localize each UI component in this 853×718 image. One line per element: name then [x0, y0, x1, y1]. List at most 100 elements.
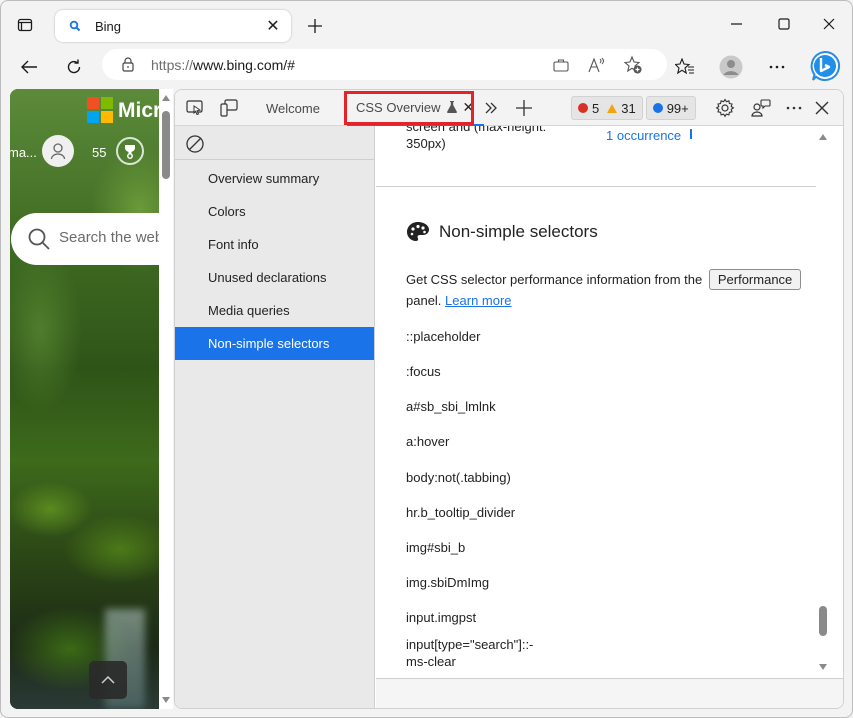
more-button[interactable]	[763, 53, 791, 81]
selector-item[interactable]: a#sb_sbi_lmlnk	[406, 398, 496, 415]
feedback-button[interactable]	[749, 96, 773, 120]
sidebar-item-unused-declarations[interactable]: Unused declarations	[175, 261, 374, 294]
search-placeholder: Search the web	[59, 229, 164, 246]
rewards-points[interactable]: 55	[92, 145, 106, 160]
occurrence-link[interactable]: 1 occurrence	[606, 128, 681, 143]
plus-icon	[516, 100, 532, 116]
background-image	[10, 89, 173, 709]
new-tab-icon	[308, 19, 322, 33]
css-overview-content: screen and (max-height: 350px) 1 occurre…	[376, 126, 830, 678]
browser-tab[interactable]: Bing ✕	[55, 10, 291, 42]
scroll-down-arrow[interactable]	[819, 664, 827, 670]
profile-button[interactable]	[717, 53, 745, 81]
add-favorite-icon[interactable]	[623, 55, 643, 75]
rewards-button[interactable]	[116, 137, 144, 165]
sidebar-item-media-queries[interactable]: Media queries	[175, 294, 374, 327]
selector-item[interactable]: ::placeholder	[406, 328, 480, 345]
more-icon	[786, 106, 802, 110]
new-tab-button[interactable]	[303, 14, 327, 38]
brand-text: Micr	[118, 99, 162, 122]
search-icon	[28, 228, 50, 250]
css-overview-sidebar: Overview summary Colors Font info Unused…	[175, 126, 375, 708]
feedback-icon	[751, 99, 771, 117]
experiment-flask-icon	[446, 101, 457, 113]
error-icon	[578, 103, 588, 113]
refresh-icon	[67, 59, 81, 74]
scroll-to-top-button[interactable]	[89, 661, 127, 699]
refresh-button[interactable]	[60, 53, 88, 81]
tab-title: Bing	[95, 18, 122, 34]
more-tabs-button[interactable]	[479, 96, 503, 120]
trophy-icon	[125, 145, 135, 159]
tab-welcome[interactable]: Welcome	[266, 90, 320, 126]
maximize-icon	[778, 18, 790, 30]
performance-button[interactable]: Performance	[708, 269, 802, 290]
device-emulation-button[interactable]	[217, 96, 241, 120]
back-button[interactable]	[15, 53, 43, 81]
errors-warnings-counter[interactable]: 5 31	[571, 96, 643, 120]
selector-item[interactable]: body:not(.tabbing)	[406, 469, 511, 486]
inspect-element-button[interactable]	[183, 96, 207, 120]
section-header: Non-simple selectors	[406, 221, 598, 243]
scroll-up-arrow[interactable]	[162, 95, 170, 101]
profile-icon	[719, 55, 743, 79]
learn-more-link[interactable]: Learn more	[445, 293, 511, 308]
close-tab-icon[interactable]: ✕	[463, 99, 475, 116]
close-devtools-button[interactable]	[810, 96, 834, 120]
occurrence-bar	[690, 129, 692, 139]
issue-counters: 5 31 99+	[571, 96, 696, 120]
sidebar-item-non-simple-selectors[interactable]: Non-simple selectors	[175, 327, 374, 360]
search-icon	[67, 18, 83, 34]
selector-item[interactable]: input.imgpst	[406, 609, 476, 626]
messages-counter[interactable]: 99+	[645, 96, 696, 120]
selector-item[interactable]: img.sbiDmImg	[406, 574, 489, 591]
address-bar[interactable]: https://www.bing.com/#	[102, 49, 667, 80]
content-scrollbar[interactable]	[816, 126, 830, 678]
settings-button[interactable]	[713, 96, 737, 120]
sidebar-item-colors[interactable]: Colors	[175, 195, 374, 228]
chevron-double-right-icon	[485, 102, 497, 114]
title-bar: Bing ✕	[1, 1, 852, 47]
favorites-button[interactable]	[671, 53, 699, 81]
microsoft-logo[interactable]	[87, 97, 113, 123]
clear-overview-icon[interactable]	[185, 134, 205, 154]
tab-actions-button[interactable]	[15, 15, 35, 35]
read-aloud-icon[interactable]	[587, 55, 607, 75]
sidebar-item-overview-summary[interactable]: Overview summary	[175, 162, 374, 195]
scroll-up-arrow[interactable]	[819, 134, 827, 140]
palette-icon	[407, 222, 429, 241]
back-icon	[21, 60, 37, 74]
scroll-down-arrow[interactable]	[162, 697, 170, 703]
page-search-box[interactable]: Search the web	[11, 213, 171, 265]
user-name[interactable]: ma...	[10, 145, 37, 160]
selector-item[interactable]: :focus	[406, 363, 441, 380]
scroll-thumb[interactable]	[162, 111, 170, 179]
copilot-button[interactable]	[809, 50, 841, 82]
sidebar-item-font-info[interactable]: Font info	[175, 228, 374, 261]
performance-description: Get CSS selector performance information…	[406, 269, 806, 311]
person-icon	[50, 143, 66, 160]
briefcase-icon[interactable]	[551, 55, 571, 75]
more-icon	[769, 65, 785, 69]
page-scrollbar[interactable]	[159, 89, 173, 709]
close-tab-icon[interactable]: ✕	[263, 16, 283, 36]
tab-actions-icon	[17, 18, 33, 32]
selector-item[interactable]: input[type="search"]::-ms-clear	[406, 636, 546, 670]
scroll-thumb[interactable]	[819, 606, 827, 636]
add-tab-button[interactable]	[512, 96, 536, 120]
device-icon	[220, 99, 238, 117]
lock-icon[interactable]	[120, 56, 136, 72]
user-avatar[interactable]	[42, 135, 74, 167]
selector-item[interactable]: hr.b_tooltip_divider	[406, 504, 515, 521]
close-window-button[interactable]	[811, 11, 847, 37]
tab-css-overview[interactable]: CSS Overview ✕	[347, 90, 485, 126]
devtools-more-button[interactable]	[782, 96, 806, 120]
selector-item[interactable]: img#sbi_b	[406, 539, 465, 556]
message-icon	[652, 103, 663, 113]
selector-item[interactable]: a:hover	[406, 433, 449, 450]
inspect-icon	[186, 100, 203, 116]
minimize-button[interactable]	[719, 11, 755, 37]
url-text[interactable]: https://www.bing.com/#	[151, 57, 295, 73]
warning-icon	[607, 103, 618, 113]
maximize-button[interactable]	[766, 11, 802, 37]
